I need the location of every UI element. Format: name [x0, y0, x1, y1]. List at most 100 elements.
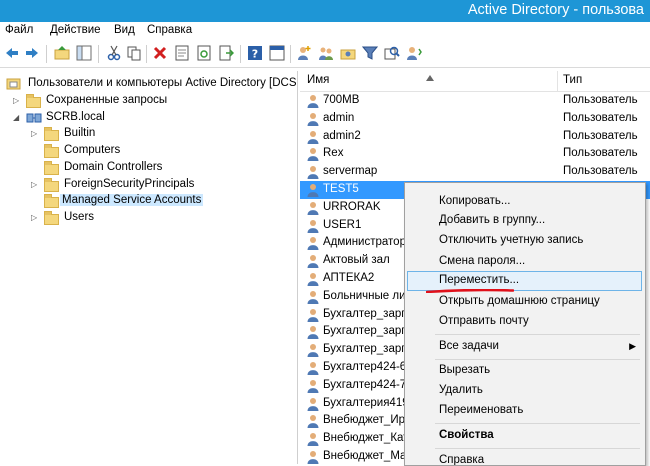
refresh-icon[interactable] — [196, 45, 212, 61]
row-name: Внебюджет_Маш — [323, 450, 416, 462]
row-name: АПТЕКА2 — [323, 272, 375, 284]
menu-file[interactable]: Файл — [5, 24, 33, 36]
folder-icon — [44, 211, 60, 225]
menu-item-send-mail[interactable]: Отправить почту — [407, 312, 642, 332]
show-tree-icon[interactable] — [76, 45, 92, 61]
context-menu: Копировать... Добавить в группу... Отклю… — [404, 182, 646, 466]
row-name: Внебюджет_Ира — [323, 414, 412, 427]
row-name: Внебюджет_Катя — [323, 432, 415, 445]
menu-item-label: Вырезать — [439, 364, 491, 376]
menu-item-move[interactable]: Переместить... — [407, 271, 642, 291]
delete-icon[interactable] — [152, 45, 168, 61]
menu-item-reset-password[interactable]: Смена пароля... — [407, 252, 642, 272]
user-icon — [306, 379, 320, 393]
svg-text:?: ? — [252, 48, 258, 61]
console-icon[interactable] — [269, 45, 285, 61]
table-row[interactable]: servermap Пользователь — [300, 163, 650, 181]
table-row[interactable]: admin2 Пользователь — [300, 128, 650, 146]
menu-help[interactable]: Справка — [147, 24, 192, 36]
filter-icon[interactable] — [362, 45, 378, 61]
user-icon — [306, 219, 320, 233]
tree-item-label: Managed Service Accounts — [60, 194, 204, 206]
expand-icon[interactable]: ▷ — [31, 180, 37, 189]
menu-bar: Файл Действие Вид Справка — [0, 22, 650, 41]
tree-item-label: Computers — [64, 144, 121, 156]
table-row[interactable]: 700MB Пользователь — [300, 92, 650, 110]
user-icon — [306, 183, 320, 197]
tree-item-label: Сохраненные запросы — [46, 94, 168, 106]
user-icon — [306, 343, 320, 358]
user-icon — [306, 414, 320, 429]
row-type: Пользователь — [563, 94, 638, 106]
add-to-group-icon[interactable] — [406, 45, 422, 61]
menu-action[interactable]: Действие — [50, 24, 101, 36]
menu-item-label: Переименовать — [439, 404, 524, 416]
collapse-icon[interactable]: ◢ — [13, 113, 19, 122]
submenu-arrow-icon: ▶ — [629, 341, 636, 351]
user-icon — [306, 361, 320, 375]
row-name: Бухгалтер424-6 — [323, 361, 407, 373]
help-icon[interactable]: ? — [247, 45, 263, 61]
user-icon — [306, 450, 320, 464]
table-row[interactable]: admin Пользователь — [300, 110, 650, 128]
toolbar-separator — [146, 45, 147, 63]
menu-item-label: Свойства — [439, 429, 494, 441]
folder-icon — [44, 127, 60, 141]
menu-item-label: Копировать... — [439, 195, 511, 207]
properties-icon[interactable] — [174, 45, 190, 61]
tree-pane: Пользователи и компьютеры Active Directo… — [0, 71, 298, 464]
forward-icon[interactable] — [24, 45, 40, 61]
expand-icon[interactable]: ▷ — [31, 213, 37, 222]
row-type: Пользователь — [563, 129, 638, 142]
menu-item-rename[interactable]: Переименовать — [407, 401, 642, 421]
row-name: 700MB — [323, 94, 360, 106]
add-ou-icon[interactable] — [340, 45, 356, 61]
row-name: admin2 — [323, 129, 361, 142]
add-group-icon[interactable] — [318, 45, 334, 61]
menu-item-label: Справка — [439, 454, 485, 466]
menu-separator — [435, 334, 640, 335]
row-type: Пользователь — [563, 111, 638, 124]
ad-console-icon — [6, 78, 21, 90]
user-icon — [306, 112, 320, 126]
row-name: USER1 — [323, 218, 362, 231]
menu-item-copy[interactable]: Копировать... — [407, 192, 642, 212]
menu-view[interactable]: Вид — [114, 24, 135, 36]
back-icon[interactable] — [4, 45, 20, 61]
up-folder-icon[interactable] — [54, 45, 70, 61]
folder-icon — [44, 144, 60, 158]
tree-item-label: ForeignSecurityPrincipals — [64, 178, 195, 190]
menu-item-open-home-page[interactable]: Открыть домашнюю страницу — [407, 292, 642, 312]
user-icon — [306, 254, 320, 269]
menu-item-properties[interactable]: Свойства — [407, 426, 642, 446]
copy-icon[interactable] — [126, 45, 142, 61]
row-name: Администратор — [323, 236, 406, 249]
table-row[interactable]: Rex Пользователь — [300, 145, 650, 163]
menu-item-all-tasks[interactable]: Все задачи ▶ — [407, 337, 642, 357]
tree-item-label: SCRB.local — [46, 111, 105, 123]
menu-item-cut[interactable]: Вырезать — [407, 361, 642, 381]
user-icon — [306, 290, 320, 304]
window-title: Active Directory - пользова — [467, 2, 644, 18]
find-icon[interactable] — [384, 45, 400, 61]
menu-item-disable-account[interactable]: Отключить учетную запись — [407, 231, 642, 251]
folder-icon — [44, 178, 60, 192]
column-header-type[interactable]: Тип — [563, 74, 582, 86]
row-name: Rex — [323, 147, 344, 160]
expand-icon[interactable]: ▷ — [13, 96, 19, 105]
toolbar-separator — [46, 45, 47, 63]
column-divider[interactable] — [557, 71, 558, 91]
cut-icon[interactable] — [106, 45, 122, 61]
export-icon[interactable] — [218, 45, 234, 61]
menu-item-add-to-group[interactable]: Добавить в группу... — [407, 211, 642, 231]
menu-item-delete[interactable]: Удалить — [407, 381, 642, 401]
user-icon — [306, 147, 320, 162]
expand-icon[interactable]: ▷ — [31, 129, 37, 138]
tree-root-label: Пользователи и компьютеры Active Directo… — [28, 77, 298, 89]
column-header-name[interactable]: Имя — [307, 74, 329, 86]
add-user-icon[interactable] — [296, 45, 312, 61]
domain-icon — [26, 113, 42, 123]
toolbar-separator — [290, 45, 291, 63]
user-icon — [306, 272, 320, 286]
sort-ascending-icon — [426, 75, 434, 81]
